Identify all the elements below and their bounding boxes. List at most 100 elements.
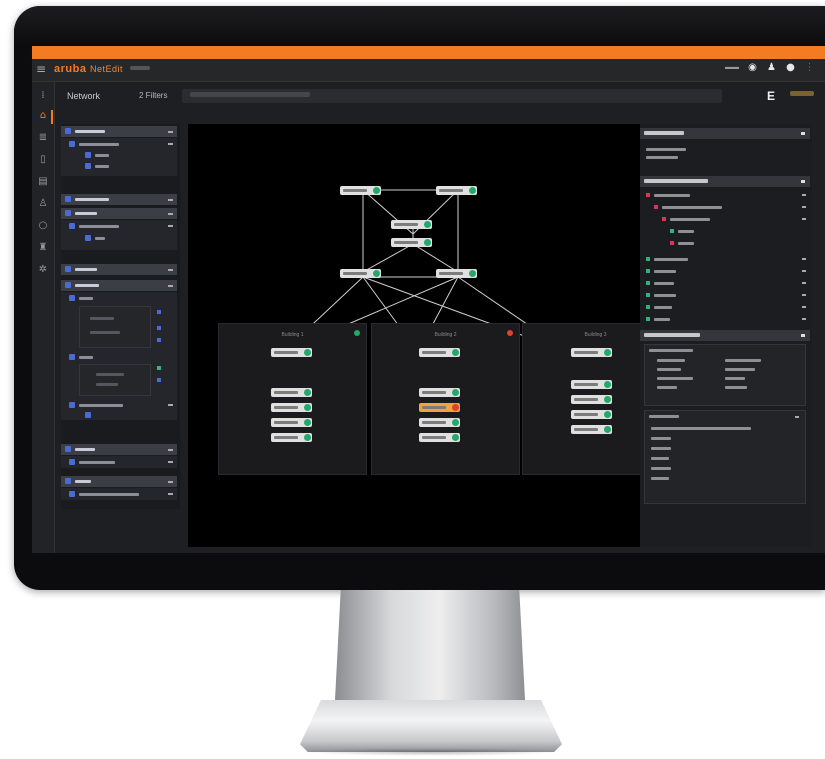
chevron-icon[interactable] (168, 404, 173, 406)
health-row[interactable] (646, 290, 806, 300)
switch-node[interactable] (419, 418, 460, 427)
switch-node[interactable] (436, 269, 477, 278)
switch-node[interactable] (419, 433, 460, 442)
switch-node-alert[interactable] (419, 403, 460, 412)
interface-row[interactable] (651, 457, 669, 460)
chevron-icon[interactable] (168, 481, 173, 483)
health-row[interactable] (646, 190, 806, 200)
item-label (95, 165, 109, 168)
checkbox[interactable] (157, 310, 161, 314)
zone-building-2[interactable]: Building 2 (371, 323, 520, 475)
row-label (654, 294, 676, 297)
interface-row[interactable] (651, 437, 671, 440)
caret-icon[interactable] (802, 294, 806, 296)
topology-canvas[interactable]: Building 1 Building 2 Building 3 (188, 124, 669, 547)
switch-node[interactable] (571, 348, 612, 357)
caret-icon[interactable] (802, 282, 806, 284)
interface-row[interactable] (651, 427, 751, 430)
checkbox[interactable] (157, 366, 161, 370)
switch-node[interactable] (271, 403, 312, 412)
caret-icon[interactable] (801, 334, 805, 337)
interface-row[interactable] (651, 447, 671, 450)
health-row[interactable] (646, 266, 806, 276)
switch-node[interactable] (436, 186, 477, 195)
chevron-icon[interactable] (168, 269, 173, 271)
health-row[interactable] (646, 226, 806, 236)
switch-node[interactable] (340, 269, 381, 278)
chevron-icon[interactable] (168, 199, 173, 201)
filter-section-segmentation[interactable] (61, 194, 177, 205)
chevron-icon[interactable] (168, 131, 173, 133)
switch-node[interactable] (571, 395, 612, 404)
filter-section-routing[interactable] (61, 264, 177, 275)
caret-icon[interactable] (802, 318, 806, 320)
checkbox[interactable] (157, 378, 161, 382)
panel-header-health[interactable] (640, 176, 810, 187)
caret-icon[interactable] (802, 306, 806, 308)
chevron-icon[interactable] (168, 461, 173, 463)
health-row[interactable] (646, 214, 806, 224)
switch-node[interactable] (391, 220, 432, 229)
zone-building-1[interactable]: Building 1 (218, 323, 367, 475)
switch-node[interactable] (571, 380, 612, 389)
filter-section-other[interactable] (61, 476, 177, 487)
status-ok-icon (373, 187, 380, 194)
header-label (644, 333, 700, 337)
switch-label (574, 398, 598, 401)
status-ok-icon (424, 239, 431, 246)
interface-row[interactable] (651, 467, 671, 470)
status-error-icon (452, 404, 459, 411)
app-body: Building 1 Building 2 Building 3 (32, 46, 825, 553)
checkbox[interactable] (157, 326, 161, 330)
health-row[interactable] (646, 238, 806, 248)
health-row[interactable] (646, 302, 806, 312)
switch-node[interactable] (271, 433, 312, 442)
caret-icon[interactable] (802, 194, 806, 196)
health-row[interactable] (646, 278, 806, 288)
mstp-box[interactable] (79, 364, 151, 396)
property-value (725, 386, 747, 389)
caret-icon[interactable] (802, 206, 806, 208)
chevron-icon[interactable] (168, 225, 173, 227)
section-icon (65, 128, 71, 134)
health-row[interactable] (646, 314, 806, 324)
panel-header-properties[interactable] (640, 330, 810, 341)
switch-node[interactable] (271, 388, 312, 397)
row-label (662, 206, 722, 209)
chevron-icon[interactable] (168, 493, 173, 495)
property-value (725, 359, 761, 362)
vlan-range-box[interactable] (79, 306, 151, 348)
switch-node[interactable] (419, 348, 460, 357)
health-row[interactable] (646, 254, 806, 264)
interface-row[interactable] (651, 477, 669, 480)
switch-node[interactable] (571, 425, 612, 434)
caret-icon[interactable] (795, 416, 799, 418)
section-label (75, 448, 95, 451)
filter-section-bridging[interactable] (61, 280, 177, 291)
caret-icon[interactable] (801, 132, 805, 135)
property-heading (649, 349, 693, 352)
chevron-icon[interactable] (168, 143, 173, 145)
panel-header-host[interactable] (640, 128, 810, 139)
filter-section-services[interactable] (61, 208, 177, 219)
checkbox[interactable] (157, 338, 161, 342)
switch-node[interactable] (271, 348, 312, 357)
health-error-icon (654, 205, 658, 209)
chevron-icon[interactable] (168, 213, 173, 215)
item-label (79, 225, 119, 228)
chevron-icon[interactable] (168, 285, 173, 287)
switch-node[interactable] (391, 238, 432, 247)
caret-icon[interactable] (802, 270, 806, 272)
caret-icon[interactable] (801, 180, 805, 183)
switch-node[interactable] (571, 410, 612, 419)
switch-node[interactable] (271, 418, 312, 427)
health-row[interactable] (646, 202, 806, 212)
switch-node[interactable] (419, 388, 460, 397)
caret-icon[interactable] (802, 218, 806, 220)
filter-section-application[interactable] (61, 126, 177, 137)
switch-node[interactable] (340, 186, 381, 195)
range-label (90, 317, 114, 320)
caret-icon[interactable] (802, 258, 806, 260)
chevron-icon[interactable] (168, 449, 173, 451)
filter-section-device[interactable] (61, 444, 177, 455)
